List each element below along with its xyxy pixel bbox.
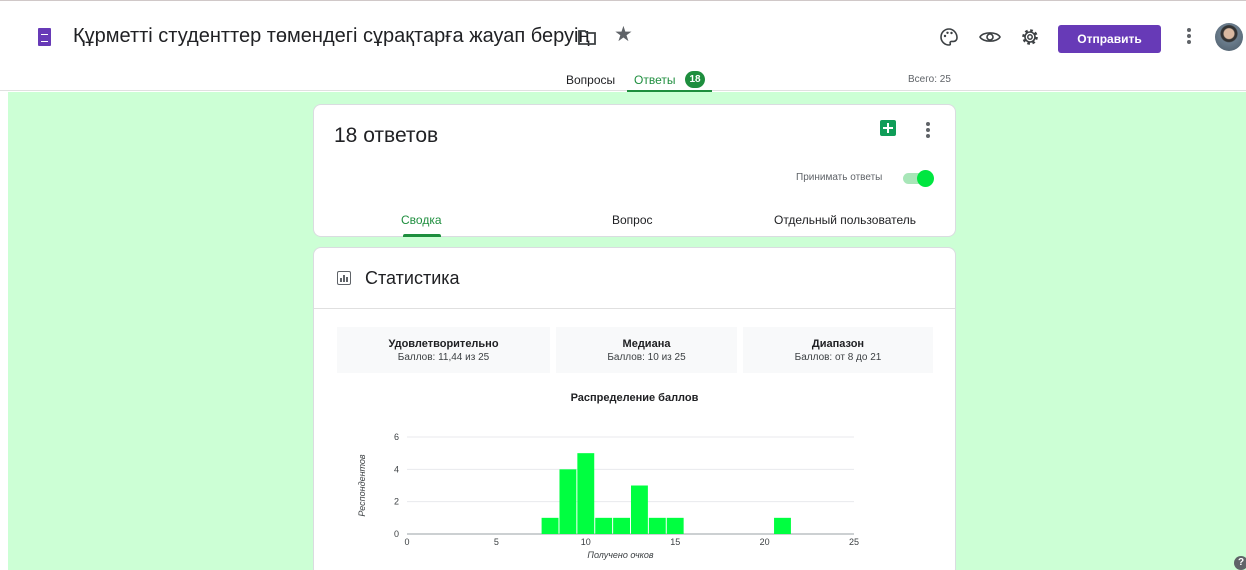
eye-icon[interactable] — [978, 25, 1002, 49]
send-button[interactable]: Отправить — [1058, 25, 1161, 53]
chart-bar — [774, 517, 791, 534]
chart-bar — [595, 517, 613, 534]
help-icon[interactable]: ? — [1234, 556, 1246, 570]
chart-bar — [648, 517, 666, 534]
chart-bar — [613, 517, 630, 534]
subtab-individual[interactable]: Отдельный пользователь — [774, 213, 916, 227]
stat-median-title: Медиана — [622, 338, 671, 350]
stat-average-value: Баллов: 11,44 из 25 — [397, 352, 490, 363]
chart-title: Распределение баллов — [570, 392, 699, 404]
bar-chart-icon — [337, 271, 351, 285]
tab-questions[interactable]: Вопросы — [566, 73, 615, 87]
subtab-question[interactable]: Вопрос — [612, 213, 653, 227]
top-bar: Құрметті студенттер төмендегі сұрақтарға… — [0, 0, 1246, 93]
y-tick-label: 0 — [394, 529, 399, 539]
chart-bar — [559, 469, 577, 534]
x-tick-label: 0 — [404, 537, 409, 547]
responses-count-title: 18 ответов — [334, 124, 439, 147]
y-tick-label: 2 — [394, 497, 399, 507]
chart-bar — [541, 517, 559, 534]
x-tick-label: 10 — [581, 537, 591, 547]
stat-median: Медиана Баллов: 10 из 25 — [556, 327, 737, 373]
divider — [314, 308, 955, 309]
stat-range: Диапазон Баллов: от 8 до 21 — [743, 327, 933, 373]
y-axis-label: Респондентов — [357, 454, 367, 517]
x-tick-label: 20 — [760, 537, 770, 547]
stat-range-value: Баллов: от 8 до 21 — [794, 352, 882, 363]
accept-responses-toggle[interactable] — [903, 170, 935, 187]
star-icon[interactable]: ★ — [614, 24, 633, 45]
statistics-title: Статистика — [365, 268, 460, 288]
tab-answers[interactable]: Ответы — [634, 73, 675, 87]
more-vert-icon[interactable] — [1184, 26, 1194, 48]
sheets-icon[interactable] — [880, 120, 896, 136]
document-title[interactable]: Құрметті студенттер төмендегі сұрақтарға… — [73, 25, 590, 48]
accept-responses-label: Принимать ответы — [796, 172, 883, 183]
stat-average: Удовлетворительно Баллов: 11,44 из 25 — [337, 327, 550, 373]
forms-doc-icon[interactable] — [38, 28, 51, 46]
statistics-card: Статистика Удовлетворительно Баллов: 11,… — [313, 247, 956, 570]
gear-icon[interactable] — [1018, 25, 1042, 49]
stat-average-title: Удовлетворительно — [388, 338, 499, 350]
subtab-summary[interactable]: Сводка — [401, 213, 442, 227]
card-more-icon[interactable] — [922, 120, 934, 140]
responses-summary-card: 18 ответов Принимать ответы Сводка Вопро… — [313, 104, 956, 237]
chart-bar — [577, 453, 595, 534]
stat-range-title: Диапазон — [811, 338, 865, 350]
x-tick-label: 15 — [670, 537, 680, 547]
x-tick-label: 25 — [849, 537, 859, 547]
y-tick-label: 4 — [394, 464, 399, 474]
total-points: Всего: 25 — [908, 74, 951, 85]
avatar[interactable] — [1215, 23, 1243, 51]
folder-icon[interactable] — [577, 27, 597, 47]
x-axis-label: Получено очков — [587, 550, 653, 560]
score-distribution-chart: 0 2 4 6 0 5 10 15 20 25 Получено очков Респондентов — [357, 432, 859, 560]
x-tick-label: 5 — [494, 537, 499, 547]
toggle-knob — [917, 170, 934, 187]
chart-bar — [631, 485, 648, 534]
subtab-indicator — [403, 234, 441, 237]
stat-median-value: Баллов: 10 из 25 — [607, 352, 686, 363]
chart-bar — [666, 517, 684, 534]
y-tick-label: 6 — [394, 432, 399, 442]
palette-icon[interactable] — [937, 25, 961, 49]
answers-count-badge: 18 — [685, 71, 705, 88]
